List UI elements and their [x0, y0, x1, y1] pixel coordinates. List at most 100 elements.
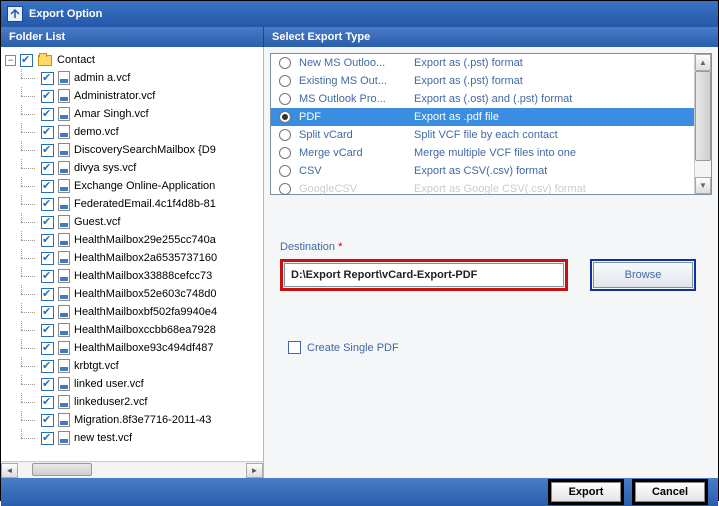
tree-item[interactable]: new test.vcf — [5, 429, 261, 447]
checkbox[interactable] — [41, 198, 54, 211]
radio-button[interactable] — [279, 147, 291, 159]
folder-list-panel: − Contact admin a.vcf Administrator.vcf Am… — [1, 47, 264, 478]
browse-button[interactable]: Browse — [593, 262, 693, 288]
checkbox[interactable] — [41, 180, 54, 193]
vcard-icon — [58, 359, 70, 373]
checkbox[interactable] — [41, 72, 54, 85]
export-type-list[interactable]: New MS Outloo...Export as (.pst) formatE… — [270, 53, 712, 195]
cancel-button-highlight: Cancel — [632, 479, 708, 505]
checkbox[interactable] — [41, 396, 54, 409]
tree-item[interactable]: Administrator.vcf — [5, 87, 261, 105]
tree-item-label: demo.vcf — [74, 126, 119, 138]
dialog-footer: Export Cancel — [1, 478, 718, 506]
checkbox[interactable] — [41, 234, 54, 247]
checkbox[interactable] — [41, 108, 54, 121]
export-type-row[interactable]: GoogleCSVExport as Google CSV(.csv) form… — [271, 180, 694, 198]
tree-item[interactable]: divya sys.vcf — [5, 159, 261, 177]
vertical-scrollbar[interactable]: ▲ ▼ — [694, 54, 711, 194]
checkbox[interactable] — [41, 216, 54, 229]
tree-item[interactable]: Amar Singh.vcf — [5, 105, 261, 123]
export-type-name: MS Outlook Pro... — [299, 93, 414, 105]
scroll-thumb[interactable] — [695, 71, 711, 161]
tree-item-label: DiscoverySearchMailbox {D9 — [74, 144, 216, 156]
export-type-row[interactable]: CSVExport as CSV(.csv) format — [271, 162, 694, 180]
scroll-track[interactable] — [18, 463, 246, 478]
scroll-track[interactable] — [695, 71, 711, 177]
checkbox[interactable] — [41, 342, 54, 355]
tree-item[interactable]: HealthMailboxccbb68ea7928 — [5, 321, 261, 339]
tree-item[interactable]: HealthMailbox52e603c748d0 — [5, 285, 261, 303]
checkbox[interactable] — [20, 54, 33, 67]
scroll-up-button[interactable]: ▲ — [695, 54, 711, 71]
checkbox[interactable] — [41, 144, 54, 157]
destination-input[interactable] — [284, 263, 564, 287]
tree-root-node[interactable]: − Contact — [5, 51, 261, 69]
tree-item[interactable]: DiscoverySearchMailbox {D9 — [5, 141, 261, 159]
export-type-row[interactable]: PDFExport as .pdf file — [271, 108, 694, 126]
vcard-icon — [58, 233, 70, 247]
tree-item-label: HealthMailbox2a6535737160 — [74, 252, 217, 264]
radio-button[interactable] — [279, 129, 291, 141]
scroll-thumb[interactable] — [32, 463, 92, 476]
checkbox[interactable] — [41, 90, 54, 103]
checkbox[interactable] — [41, 378, 54, 391]
checkbox[interactable] — [41, 126, 54, 139]
checkbox[interactable] — [41, 360, 54, 373]
tree-item[interactable]: HealthMailboxe93c494df487 — [5, 339, 261, 357]
checkbox[interactable] — [41, 414, 54, 427]
export-type-row[interactable]: MS Outlook Pro...Export as (.ost) and (.… — [271, 90, 694, 108]
checkbox[interactable] — [41, 162, 54, 175]
checkbox[interactable] — [41, 324, 54, 337]
tree-item[interactable]: Exchange Online-Application — [5, 177, 261, 195]
tree-item[interactable]: HealthMailboxbf502fa9940e4 — [5, 303, 261, 321]
tree-item[interactable]: HealthMailbox29e255cc740a — [5, 231, 261, 249]
cancel-button[interactable]: Cancel — [635, 482, 705, 502]
tree-item[interactable]: Guest.vcf — [5, 213, 261, 231]
tree-item[interactable]: linked user.vcf — [5, 375, 261, 393]
tree-item[interactable]: demo.vcf — [5, 123, 261, 141]
tree-item[interactable]: FederatedEmail.4c1f4d8b-81 — [5, 195, 261, 213]
create-single-pdf-option[interactable]: Create Single PDF — [264, 301, 718, 364]
export-type-row[interactable]: Split vCardSplit VCF file by each contac… — [271, 126, 694, 144]
checkbox[interactable] — [41, 288, 54, 301]
tree-item[interactable]: admin a.vcf — [5, 69, 261, 87]
export-type-name: CSV — [299, 165, 414, 177]
checkbox[interactable] — [41, 252, 54, 265]
collapse-icon[interactable]: − — [5, 55, 16, 66]
checkbox[interactable] — [41, 432, 54, 445]
radio-button[interactable] — [279, 75, 291, 87]
radio-button[interactable] — [279, 111, 291, 123]
folder-tree[interactable]: − Contact admin a.vcf Administrator.vcf Am… — [1, 47, 263, 461]
browse-button-highlight: Browse — [590, 259, 696, 291]
export-type-row[interactable]: Merge vCardMerge multiple VCF files into… — [271, 144, 694, 162]
tree-item[interactable]: HealthMailbox2a6535737160 — [5, 249, 261, 267]
tree-item[interactable]: linkeduser2.vcf — [5, 393, 261, 411]
export-type-row[interactable]: New MS Outloo...Export as (.pst) format — [271, 54, 694, 72]
tree-item[interactable]: Migration.8f3e7716-2011-43 — [5, 411, 261, 429]
export-type-header: Select Export Type — [264, 27, 718, 47]
radio-button[interactable] — [279, 93, 291, 105]
radio-button[interactable] — [279, 57, 291, 69]
scroll-left-button[interactable]: ◄ — [1, 463, 18, 478]
destination-label-text: Destination — [280, 241, 335, 253]
checkbox[interactable] — [288, 341, 301, 354]
scroll-right-button[interactable]: ► — [246, 463, 263, 478]
vcard-icon — [58, 251, 70, 265]
radio-button[interactable] — [279, 165, 291, 177]
checkbox[interactable] — [41, 306, 54, 319]
vcard-icon — [58, 197, 70, 211]
radio-button[interactable] — [279, 183, 291, 195]
export-type-row[interactable]: Existing MS Out...Export as (.pst) forma… — [271, 72, 694, 90]
tree-item[interactable]: krbtgt.vcf — [5, 357, 261, 375]
scroll-down-button[interactable]: ▼ — [695, 177, 711, 194]
tree-item-label: Migration.8f3e7716-2011-43 — [74, 414, 211, 426]
checkbox[interactable] — [41, 270, 54, 283]
vcard-icon — [58, 305, 70, 319]
tree-item-label: FederatedEmail.4c1f4d8b-81 — [74, 198, 216, 210]
tree-item-label: linkeduser2.vcf — [74, 396, 147, 408]
tree-item-label: Administrator.vcf — [74, 90, 155, 102]
tree-item[interactable]: HealthMailbox33888cefcc73 — [5, 267, 261, 285]
horizontal-scrollbar[interactable]: ◄ ► — [1, 461, 263, 478]
export-button[interactable]: Export — [551, 482, 621, 502]
vcard-icon — [58, 161, 70, 175]
